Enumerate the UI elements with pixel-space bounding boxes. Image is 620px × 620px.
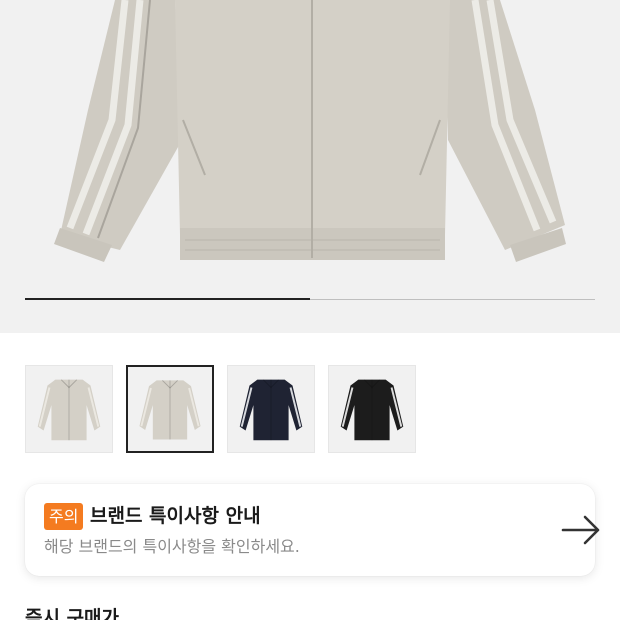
thumbnail-4[interactable]: [328, 365, 416, 453]
product-main-image: [54, 0, 566, 262]
gallery-progress-fill: [25, 298, 310, 300]
jacket-thumbnail-image: [37, 379, 101, 441]
arrow-right-icon[interactable]: [561, 510, 601, 550]
notice-subtitle: 해당 브랜드의 특이사항을 확인하세요.: [44, 537, 300, 556]
thumbnail-2[interactable]: [126, 365, 214, 453]
jacket-thumbnail-image: [139, 380, 201, 440]
thumbnail-list: [25, 365, 416, 453]
notice-title: 브랜드 특이사항 안내: [90, 505, 261, 527]
instant-buy-price-title: 즉시 구매가: [25, 607, 120, 620]
jacket-thumbnail-image: [239, 379, 303, 441]
jacket-thumbnail-image: [340, 379, 404, 441]
thumbnail-3[interactable]: [227, 365, 315, 453]
thumbnail-1[interactable]: [25, 365, 113, 453]
gallery-progress-bar: [25, 298, 595, 300]
notice-badge: 주의: [44, 503, 84, 530]
product-image-gallery[interactable]: [0, 0, 620, 333]
brand-notice-card[interactable]: 주의 브랜드 특이사항 안내 해당 브랜드의 특이사항을 확인하세요.: [25, 484, 600, 576]
